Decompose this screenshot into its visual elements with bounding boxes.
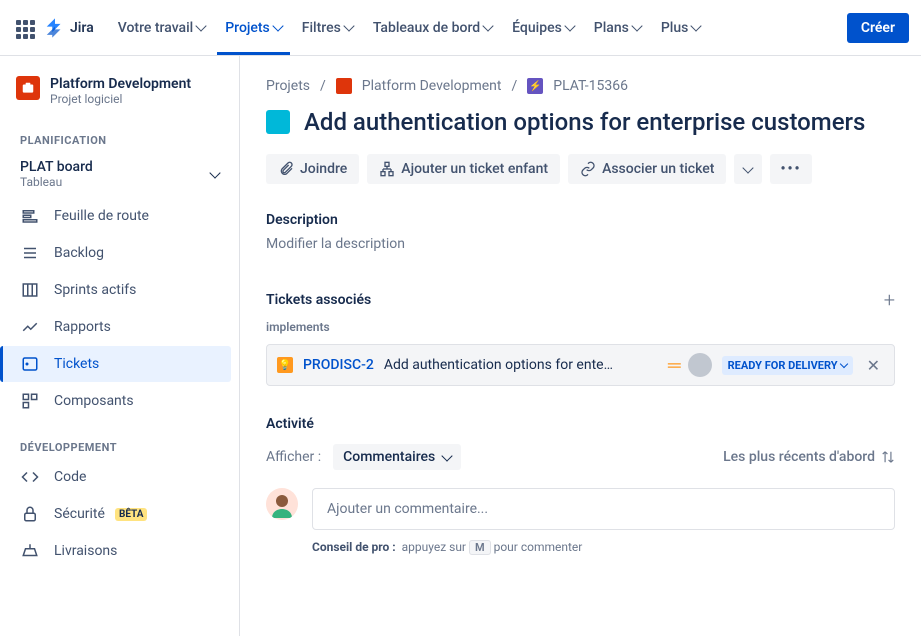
linked-issue-row[interactable]: 💡 PRODISC-2 Add authentication options f…	[266, 344, 895, 386]
sidebar-item-security[interactable]: SécuritéBÊTA	[8, 496, 231, 532]
chevron-down-icon	[564, 20, 575, 31]
code-icon	[20, 467, 40, 487]
board-name: PLAT board	[20, 159, 93, 175]
nav-dashboards[interactable]: Tableaux de bord	[365, 14, 500, 42]
attach-button[interactable]: Joindre	[266, 154, 359, 184]
activity-heading: Activité	[266, 416, 895, 432]
issue-color-swatch[interactable]	[266, 110, 290, 134]
sidebar-item-components[interactable]: Composants	[8, 383, 231, 419]
project-name: Platform Development	[50, 76, 191, 92]
main-content: Projets / Platform Development / ⚡ PLAT-…	[240, 56, 921, 636]
lock-icon	[20, 504, 40, 524]
link-issue-button[interactable]: Associer un ticket	[568, 154, 726, 184]
priority-icon: ═	[668, 355, 678, 376]
logo-text: Jira	[70, 20, 94, 36]
sidebar-item-tickets[interactable]: Tickets	[0, 346, 231, 382]
chevron-down-icon	[691, 20, 702, 31]
breadcrumb-issue-key[interactable]: PLAT-15366	[553, 78, 628, 94]
top-navigation: Jira Votre travail Projets Filtres Table…	[0, 0, 921, 56]
sidebar-item-backlog[interactable]: Backlog	[8, 235, 231, 271]
chevron-down-icon	[442, 450, 453, 461]
chevron-down-icon	[482, 20, 493, 31]
jira-logo[interactable]: Jira	[44, 17, 94, 39]
nav-your-work[interactable]: Votre travail	[110, 14, 213, 42]
issue-actions: Joindre Ajouter un ticket enfant Associe…	[266, 154, 895, 184]
project-icon	[16, 76, 40, 100]
breadcrumb-projects[interactable]: Projets	[266, 78, 310, 94]
remove-link-button[interactable]: ✕	[863, 356, 884, 375]
comment-input[interactable]: Ajouter un commentaire...	[312, 488, 895, 530]
chevron-down-icon	[209, 167, 220, 178]
sidebar-item-reports[interactable]: Rapports	[8, 309, 231, 345]
link-icon	[580, 161, 596, 177]
link-dropdown-button[interactable]	[734, 154, 762, 184]
issue-title[interactable]: Add authentication options for enterpris…	[304, 108, 865, 136]
description-heading: Description	[266, 212, 895, 228]
chevron-down-icon	[272, 20, 283, 31]
sort-icon	[881, 450, 895, 464]
sort-button[interactable]: Les plus récents d'abord	[723, 449, 895, 465]
more-actions-button[interactable]: •••	[770, 154, 811, 184]
add-linked-issue-button[interactable]: +	[884, 288, 895, 312]
breadcrumb-project[interactable]: Platform Development	[362, 78, 502, 94]
project-type: Projet logiciel	[50, 92, 191, 106]
activity-filter-select[interactable]: Commentaires	[333, 444, 461, 470]
linked-status[interactable]: READY FOR DELIVERY	[722, 356, 853, 375]
sidebar: Platform Development Projet logiciel PLA…	[0, 56, 240, 636]
section-planning-label: PLANIFICATION	[8, 126, 231, 151]
jira-icon	[44, 17, 66, 39]
linked-issues-heading: Tickets associés	[266, 292, 371, 308]
issue-type-icon: 💡	[277, 357, 293, 373]
chevron-down-icon	[343, 20, 354, 31]
sidebar-item-code[interactable]: Code	[8, 459, 231, 495]
pro-tip: Conseil de pro : appuyez sur M pour comm…	[312, 540, 895, 554]
project-color-icon	[336, 78, 352, 94]
current-user-avatar	[266, 488, 298, 520]
breadcrumb: Projets / Platform Development / ⚡ PLAT-…	[266, 78, 895, 94]
linked-issue-key[interactable]: PRODISC-2	[303, 357, 374, 373]
board-selector[interactable]: PLAT board Tableau	[8, 151, 231, 197]
sidebar-item-roadmap[interactable]: Feuille de route	[8, 198, 231, 234]
dots-icon: •••	[780, 161, 801, 177]
roadmap-icon	[20, 206, 40, 226]
linked-issue-summary: Add authentication options for ente…	[384, 357, 658, 373]
sidebar-item-sprints[interactable]: Sprints actifs	[8, 272, 231, 308]
project-header[interactable]: Platform Development Projet logiciel	[8, 76, 231, 126]
create-button[interactable]: Créer	[847, 13, 909, 43]
chevron-down-icon	[631, 20, 642, 31]
app-switcher-icon[interactable]	[12, 16, 36, 40]
chevron-down-icon	[839, 359, 847, 367]
nav-more[interactable]: Plus	[653, 14, 709, 42]
assignee-avatar[interactable]	[688, 353, 712, 377]
description-field[interactable]: Modifier la description	[266, 236, 895, 252]
ship-icon	[20, 541, 40, 561]
link-type-label: implements	[266, 320, 895, 334]
board-sub: Tableau	[20, 175, 93, 189]
tickets-icon	[20, 354, 40, 374]
chevron-down-icon	[196, 20, 207, 31]
show-label: Afficher :	[266, 449, 321, 465]
board-icon	[20, 280, 40, 300]
chevron-down-icon	[743, 162, 754, 173]
backlog-icon	[20, 243, 40, 263]
nav-teams[interactable]: Équipes	[504, 14, 582, 42]
nav-filters[interactable]: Filtres	[294, 14, 361, 42]
nav-plans[interactable]: Plans	[586, 14, 649, 42]
section-dev-label: DÉVELOPPEMENT	[8, 433, 231, 458]
components-icon	[20, 391, 40, 411]
tree-icon	[379, 161, 395, 177]
nav-projects[interactable]: Projets	[217, 14, 290, 42]
beta-badge: BÊTA	[115, 508, 148, 521]
epic-icon: ⚡	[527, 78, 543, 94]
reports-icon	[20, 317, 40, 337]
attachment-icon	[278, 161, 294, 177]
sidebar-item-releases[interactable]: Livraisons	[8, 533, 231, 569]
add-child-button[interactable]: Ajouter un ticket enfant	[367, 154, 560, 184]
keyboard-key: M	[469, 540, 491, 555]
